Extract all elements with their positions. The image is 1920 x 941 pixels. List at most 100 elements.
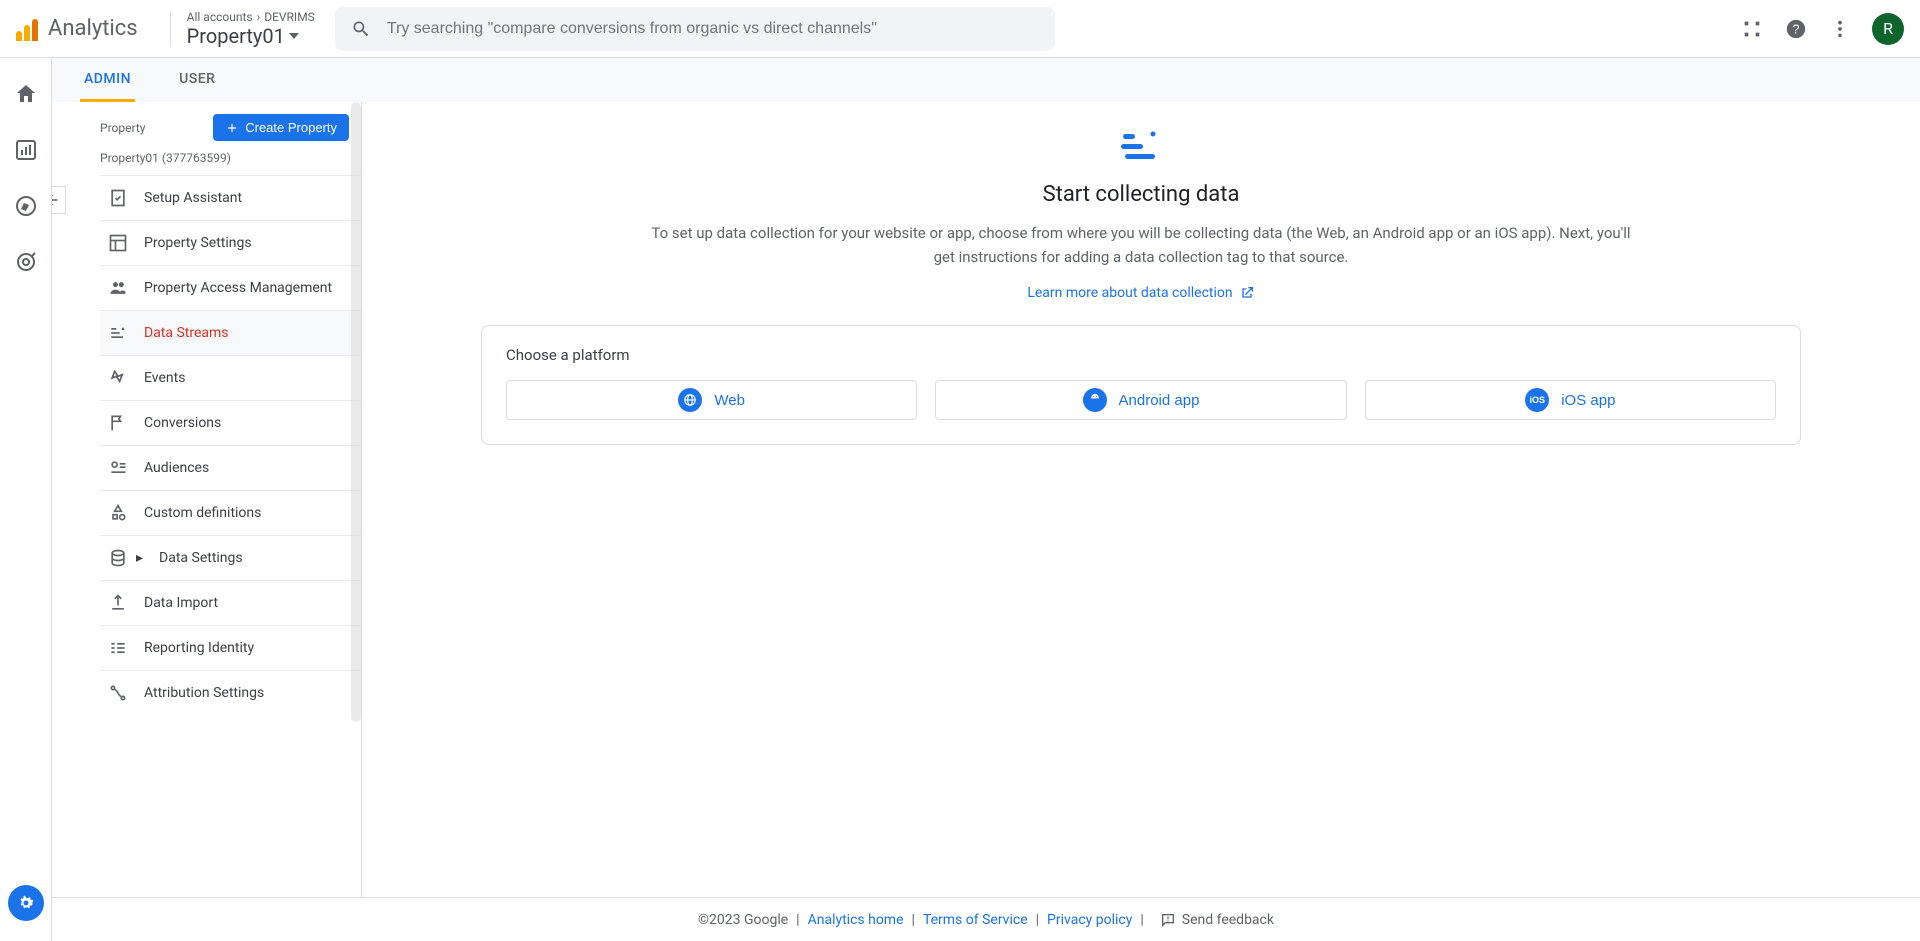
- platform-chooser: Choose a platform Web Android app: [481, 325, 1801, 445]
- flag-icon: [108, 413, 128, 433]
- menu-property-settings[interactable]: Property Settings: [100, 220, 361, 265]
- menu-data-settings[interactable]: ▸ Data Settings: [100, 535, 361, 580]
- breadcrumb: All accounts › DEVRIMS: [187, 10, 315, 24]
- checklist-icon: [108, 188, 128, 208]
- caret-down-icon: [289, 33, 299, 39]
- home-icon[interactable]: [14, 82, 38, 106]
- identity-icon: [108, 638, 128, 658]
- help-icon[interactable]: ?: [1784, 17, 1808, 41]
- nav-rail: [0, 58, 52, 941]
- app-header: Analytics All accounts › DEVRIMS Propert…: [0, 0, 1920, 58]
- data-streams-hero-icon: [1121, 130, 1161, 168]
- platform-label: iOS app: [1561, 392, 1615, 409]
- menu-label: Property Settings: [144, 235, 252, 251]
- scrollbar[interactable]: [351, 102, 361, 722]
- menu-property-access[interactable]: Property Access Management: [100, 265, 361, 310]
- platform-ios-button[interactable]: iOS iOS app: [1365, 380, 1776, 420]
- account-avatar[interactable]: R: [1872, 13, 1904, 45]
- property-menu: Setup Assistant Property Settings Proper…: [100, 175, 361, 715]
- platform-label: Web: [714, 392, 745, 409]
- property-picker[interactable]: All accounts › DEVRIMS Property01: [187, 10, 315, 48]
- menu-label: Property Access Management: [144, 280, 332, 296]
- explore-icon[interactable]: [14, 194, 38, 218]
- main-pane: Start collecting data To set up data col…: [362, 102, 1920, 897]
- events-icon: [108, 368, 128, 388]
- footer: ©2023 Google | Analytics home | Terms of…: [52, 897, 1920, 941]
- send-feedback[interactable]: Send feedback: [1160, 912, 1274, 928]
- platform-android-button[interactable]: Android app: [935, 380, 1346, 420]
- breadcrumb-prefix: All accounts: [187, 10, 253, 24]
- menu-label: Setup Assistant: [144, 190, 242, 206]
- footer-tos[interactable]: Terms of Service: [923, 912, 1028, 928]
- page-description: To set up data collection for your websi…: [651, 221, 1631, 269]
- apps-icon[interactable]: [1740, 17, 1764, 41]
- menu-label: Data Streams: [144, 325, 229, 341]
- shapes-icon: [108, 503, 128, 523]
- collapse-column-button[interactable]: [52, 186, 66, 214]
- feedback-label: Send feedback: [1182, 912, 1274, 928]
- platform-web-button[interactable]: Web: [506, 380, 917, 420]
- search-bar[interactable]: [335, 7, 1055, 51]
- property-name-display: Property01: [187, 24, 315, 48]
- feedback-icon: [1160, 912, 1176, 928]
- menu-label: Custom definitions: [144, 505, 261, 521]
- menu-events[interactable]: Events: [100, 355, 361, 400]
- data-streams-icon: [108, 323, 128, 343]
- menu-data-streams[interactable]: Data Streams: [100, 310, 361, 355]
- menu-reporting-identity[interactable]: Reporting Identity: [100, 625, 361, 670]
- plus-icon: [225, 121, 239, 135]
- search-icon: [351, 19, 371, 39]
- search-input[interactable]: [387, 20, 1039, 38]
- product-logo[interactable]: Analytics: [16, 16, 154, 41]
- menu-custom-definitions[interactable]: Custom definitions: [100, 490, 361, 535]
- learn-more-link[interactable]: Learn more about data collection: [1027, 285, 1254, 301]
- menu-audiences[interactable]: Audiences: [100, 445, 361, 490]
- menu-label: Attribution Settings: [144, 685, 264, 701]
- create-property-button[interactable]: Create Property: [213, 114, 349, 141]
- svg-text:?: ?: [1792, 21, 1799, 36]
- menu-label: Conversions: [144, 415, 221, 431]
- layout-icon: [108, 233, 128, 253]
- more-vert-icon[interactable]: [1828, 17, 1852, 41]
- database-icon: [108, 548, 128, 568]
- chevron-right-icon: ›: [257, 10, 261, 24]
- expand-caret-icon: ▸: [136, 550, 143, 566]
- footer-analytics-home[interactable]: Analytics home: [808, 912, 904, 928]
- ios-icon: iOS: [1525, 388, 1549, 412]
- admin-tabs: ADMIN USER: [52, 58, 1920, 102]
- arrow-left-icon: [52, 192, 60, 208]
- copyright: ©2023 Google: [698, 912, 788, 928]
- tab-user[interactable]: USER: [175, 71, 219, 102]
- web-icon: [678, 388, 702, 412]
- divider: [170, 11, 171, 47]
- create-property-label: Create Property: [245, 120, 337, 135]
- advertising-icon[interactable]: [14, 250, 38, 274]
- menu-label: Data Settings: [159, 550, 243, 566]
- breadcrumb-account: DEVRIMS: [264, 10, 315, 24]
- audiences-icon: [108, 458, 128, 478]
- upload-icon: [108, 593, 128, 613]
- menu-data-import[interactable]: Data Import: [100, 580, 361, 625]
- learn-more-text: Learn more about data collection: [1027, 285, 1232, 301]
- menu-label: Audiences: [144, 460, 209, 476]
- reports-icon[interactable]: [14, 138, 38, 162]
- footer-privacy[interactable]: Privacy policy: [1047, 912, 1132, 928]
- product-name: Analytics: [48, 16, 138, 41]
- avatar-letter: R: [1883, 19, 1893, 38]
- platform-label: Android app: [1119, 392, 1200, 409]
- property-name-text: Property01: [187, 24, 285, 48]
- menu-conversions[interactable]: Conversions: [100, 400, 361, 445]
- menu-label: Reporting Identity: [144, 640, 254, 656]
- menu-setup-assistant[interactable]: Setup Assistant: [100, 175, 361, 220]
- menu-attribution-settings[interactable]: Attribution Settings: [100, 670, 361, 715]
- tab-admin[interactable]: ADMIN: [80, 71, 135, 102]
- attribution-icon: [108, 683, 128, 703]
- platform-title: Choose a platform: [506, 346, 1776, 364]
- header-actions: ? R: [1740, 13, 1904, 45]
- analytics-logo-icon: [16, 17, 40, 41]
- property-identifier: Property01 (377763599): [100, 147, 361, 175]
- menu-label: Data Import: [144, 595, 218, 611]
- people-icon: [108, 278, 128, 298]
- admin-gear-button[interactable]: [8, 885, 44, 921]
- column-label: Property: [100, 121, 145, 135]
